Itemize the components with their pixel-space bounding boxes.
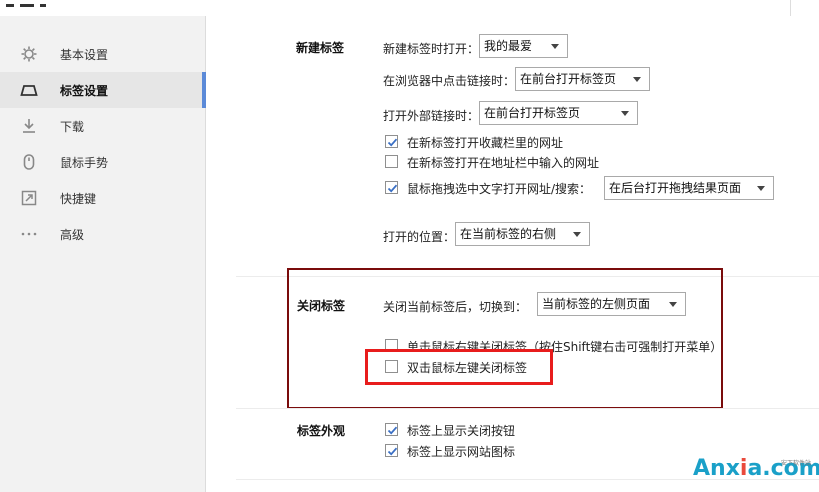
select-value: 在当前标签的右侧	[460, 227, 557, 241]
chevron-down-icon	[633, 77, 641, 82]
watermark-logo: Anxia.com 安下软件站	[693, 452, 819, 488]
sidebar-item-tabs[interactable]: 标签设置	[0, 72, 206, 108]
open-new-tab-select[interactable]: 我的最爱	[479, 34, 568, 58]
checkbox-label: 双击鼠标左键关闭标签	[407, 361, 528, 375]
checkmark-icon	[387, 426, 398, 435]
drag-open-select[interactable]: 在后台打开拖拽结果页面	[604, 176, 774, 200]
open-new-tab-label: 新建标签时打开：	[383, 42, 480, 56]
sidebar-item-label: 快捷键	[60, 192, 97, 206]
sidebar-item-advanced[interactable]: 高级	[0, 216, 205, 252]
click-link-select[interactable]: 在前台打开标签页	[515, 67, 650, 91]
click-link-label: 在浏览器中点击链接时：	[383, 74, 516, 88]
sidebar-item-label: 标签设置	[60, 84, 109, 98]
checkbox-show-close-button[interactable]	[385, 423, 398, 436]
sidebar-item-shortcut[interactable]: 快捷键	[0, 180, 205, 216]
select-value: 当前标签的左侧页面	[542, 297, 651, 311]
checkmark-icon	[387, 447, 398, 456]
checkbox-open-favorites[interactable]	[385, 135, 398, 148]
section-title-tab-look: 标签外观	[297, 424, 346, 438]
chevron-down-icon	[669, 302, 677, 307]
checkbox-label: 在新标签打开在地址栏中输入的网址	[407, 156, 600, 170]
checkbox-label: 鼠标拖拽选中文字打开网址/搜索：	[407, 182, 592, 196]
select-value: 在后台打开拖拽结果页面	[609, 181, 742, 195]
position-select[interactable]: 在当前标签的右侧	[455, 222, 590, 246]
tab-icon	[20, 81, 38, 99]
sidebar-item-label: 基本设置	[60, 48, 109, 62]
window-topbar	[0, 0, 819, 16]
section-title-new-tab: 新建标签	[296, 41, 345, 55]
settings-sidebar: 基本设置 标签设置 下载 鼠标手势 快捷键 高级	[0, 16, 206, 492]
after-close-select[interactable]: 当前标签的左侧页面	[537, 292, 686, 316]
checkbox-show-favicon[interactable]	[385, 444, 398, 457]
select-value: 我的最爱	[484, 39, 533, 53]
download-icon	[20, 117, 38, 135]
section-divider	[236, 408, 819, 409]
checkbox-double-click-close[interactable]	[385, 360, 398, 373]
title-fragment	[6, 0, 76, 7]
chevron-down-icon	[573, 232, 581, 237]
external-link-label: 打开外部链接时：	[383, 109, 480, 123]
chevron-down-icon	[551, 44, 559, 49]
more-dots-icon	[20, 225, 38, 243]
checkbox-label: 标签上显示关闭按钮	[407, 424, 516, 438]
external-link-select[interactable]: 在前台打开标签页	[479, 101, 638, 125]
chevron-down-icon	[621, 111, 629, 116]
topbar-divider	[790, 0, 791, 16]
sidebar-item-label: 下载	[60, 120, 85, 134]
checkmark-icon	[387, 138, 398, 147]
watermark-subtext: 安下软件站	[781, 460, 812, 467]
position-label: 打开的位置：	[383, 230, 456, 244]
sidebar-item-label: 高级	[60, 228, 85, 242]
select-value: 在前台打开标签页	[520, 72, 617, 86]
section-title-close-tab: 关闭标签	[297, 299, 346, 313]
active-indicator	[202, 72, 206, 108]
sidebar-item-gesture[interactable]: 鼠标手势	[0, 144, 205, 180]
sidebar-item-download[interactable]: 下载	[0, 108, 205, 144]
checkbox-label: 在新标签打开收藏栏里的网址	[407, 136, 564, 150]
chevron-down-icon	[757, 186, 765, 191]
sidebar-item-label: 鼠标手势	[60, 156, 109, 170]
mouse-icon	[20, 153, 38, 171]
checkbox-drag-open[interactable]	[385, 181, 398, 194]
checkbox-label: 标签上显示网站图标	[407, 445, 516, 459]
gear-icon	[20, 45, 38, 63]
sidebar-item-basic[interactable]: 基本设置	[0, 36, 205, 72]
shortcut-icon	[20, 189, 38, 207]
checkmark-icon	[387, 184, 398, 193]
checkbox-open-addressbar[interactable]	[385, 155, 398, 168]
after-close-label: 关闭当前标签后，切换到：	[383, 300, 528, 314]
select-value: 在前台打开标签页	[484, 106, 581, 120]
